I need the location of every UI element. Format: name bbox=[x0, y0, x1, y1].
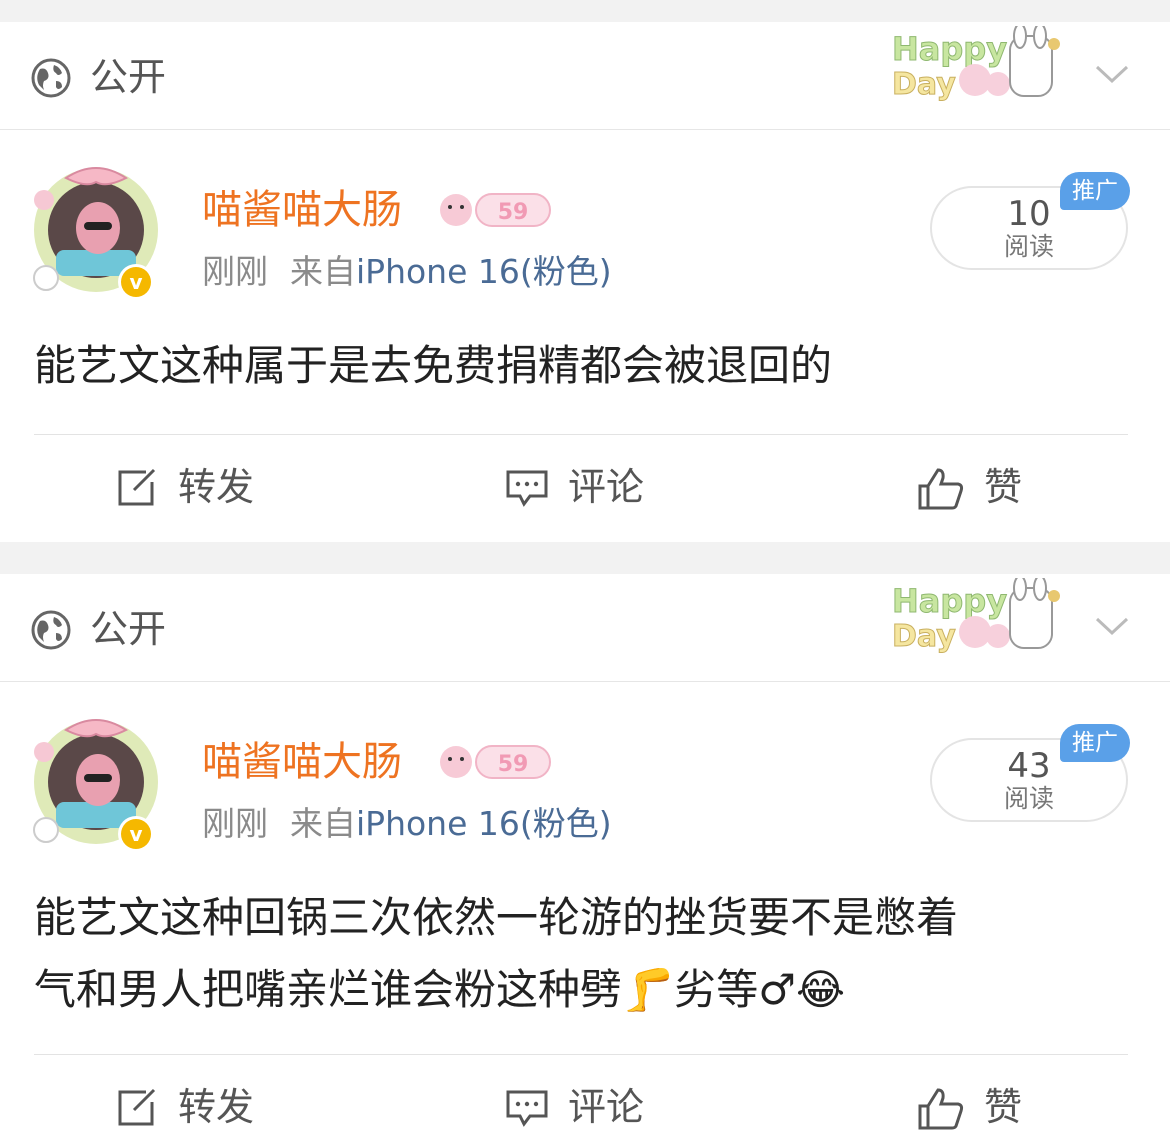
vip-badge: 59 bbox=[440, 745, 551, 779]
svg-text:Happy: Happy bbox=[892, 30, 1007, 68]
repost-icon bbox=[118, 1088, 156, 1126]
like-button[interactable]: 赞 bbox=[918, 1078, 1038, 1138]
comment-icon bbox=[506, 1090, 548, 1127]
comment-button[interactable]: 评论 bbox=[506, 458, 666, 518]
like-icon bbox=[918, 1088, 964, 1130]
comment-label: 评论 bbox=[568, 1085, 645, 1129]
repost-label: 转发 bbox=[178, 465, 255, 509]
post-text: 能艺文这种回锅三次依然一轮游的挫货要不是憋着 气和男人把嘴亲烂谁会粉这种劈🦵劣等… bbox=[34, 882, 1134, 1026]
post-time: 刚刚 bbox=[202, 804, 268, 843]
read-label: 阅读 bbox=[1003, 784, 1054, 813]
source-label: 来自 bbox=[290, 252, 356, 291]
post-meta: 刚刚 来自iPhone 16(粉色) bbox=[202, 802, 612, 846]
weibo-post-card: 公开 Happy Day v 喵酱喵大肠 59 刚刚 来自iPhone 16(粉… bbox=[0, 574, 1170, 1146]
post-meta: 刚刚 来自iPhone 16(粉色) bbox=[202, 250, 612, 294]
like-icon bbox=[918, 468, 964, 510]
svg-text:Happy: Happy bbox=[892, 582, 1007, 620]
weibo-post-card: 公开 Happy Day v 喵酱喵大肠 59 刚刚 来自iPhone 16(粉… bbox=[0, 22, 1170, 542]
vip-badge: 59 bbox=[440, 193, 551, 227]
read-label: 阅读 bbox=[1003, 232, 1054, 261]
privacy-label: 公开 bbox=[90, 55, 167, 99]
chevron-down-icon[interactable] bbox=[1094, 614, 1130, 638]
post-text-line: 能艺文这种回锅三次依然一轮游的挫货要不是憋着 bbox=[34, 893, 959, 942]
like-label: 赞 bbox=[984, 1085, 1023, 1129]
source-label: 来自 bbox=[290, 804, 356, 843]
svg-text:v: v bbox=[129, 270, 142, 294]
comment-button[interactable]: 评论 bbox=[506, 1078, 666, 1138]
repost-button[interactable]: 转发 bbox=[116, 458, 276, 518]
repost-label: 转发 bbox=[178, 1085, 255, 1129]
avatar[interactable]: v bbox=[26, 710, 166, 850]
device-source[interactable]: iPhone 16(粉色) bbox=[356, 804, 612, 843]
repost-icon bbox=[118, 468, 156, 506]
post-text-line: 气和男人把嘴亲烂谁会粉这种劈🦵劣等♂😂 bbox=[34, 965, 846, 1014]
like-button[interactable]: 赞 bbox=[918, 458, 1038, 518]
globe-icon bbox=[31, 58, 71, 98]
post-text-line: 能艺文这种属于是去免费捐精都会被退回的 bbox=[34, 341, 833, 390]
globe-icon bbox=[31, 610, 71, 650]
promo-badge[interactable]: 推广 bbox=[1060, 172, 1130, 210]
privacy-bar[interactable]: 公开 Happy Day bbox=[0, 22, 1170, 130]
svg-text:59: 59 bbox=[498, 200, 529, 225]
device-source[interactable]: iPhone 16(粉色) bbox=[356, 252, 612, 291]
post-time: 刚刚 bbox=[202, 252, 268, 291]
repost-button[interactable]: 转发 bbox=[116, 1078, 276, 1138]
divider bbox=[34, 434, 1128, 435]
post-text: 能艺文这种属于是去免费捐精都会被退回的 bbox=[34, 330, 1134, 402]
svg-text:59: 59 bbox=[498, 752, 529, 777]
svg-text:Day: Day bbox=[892, 619, 956, 654]
username[interactable]: 喵酱喵大肠 bbox=[202, 184, 402, 236]
comment-label: 评论 bbox=[568, 465, 645, 509]
privacy-label: 公开 bbox=[90, 607, 167, 651]
comment-icon bbox=[506, 470, 548, 507]
svg-text:Day: Day bbox=[892, 67, 956, 102]
svg-text:v: v bbox=[129, 822, 142, 846]
divider bbox=[34, 1054, 1128, 1055]
happy-day-sticker: Happy Day bbox=[892, 26, 1060, 102]
username[interactable]: 喵酱喵大肠 bbox=[202, 736, 402, 788]
happy-day-sticker: Happy Day bbox=[892, 578, 1060, 654]
chevron-down-icon[interactable] bbox=[1094, 62, 1130, 86]
privacy-bar[interactable]: 公开 Happy Day bbox=[0, 574, 1170, 682]
avatar[interactable]: v bbox=[26, 158, 166, 298]
promo-badge[interactable]: 推广 bbox=[1060, 724, 1130, 762]
like-label: 赞 bbox=[984, 465, 1023, 509]
